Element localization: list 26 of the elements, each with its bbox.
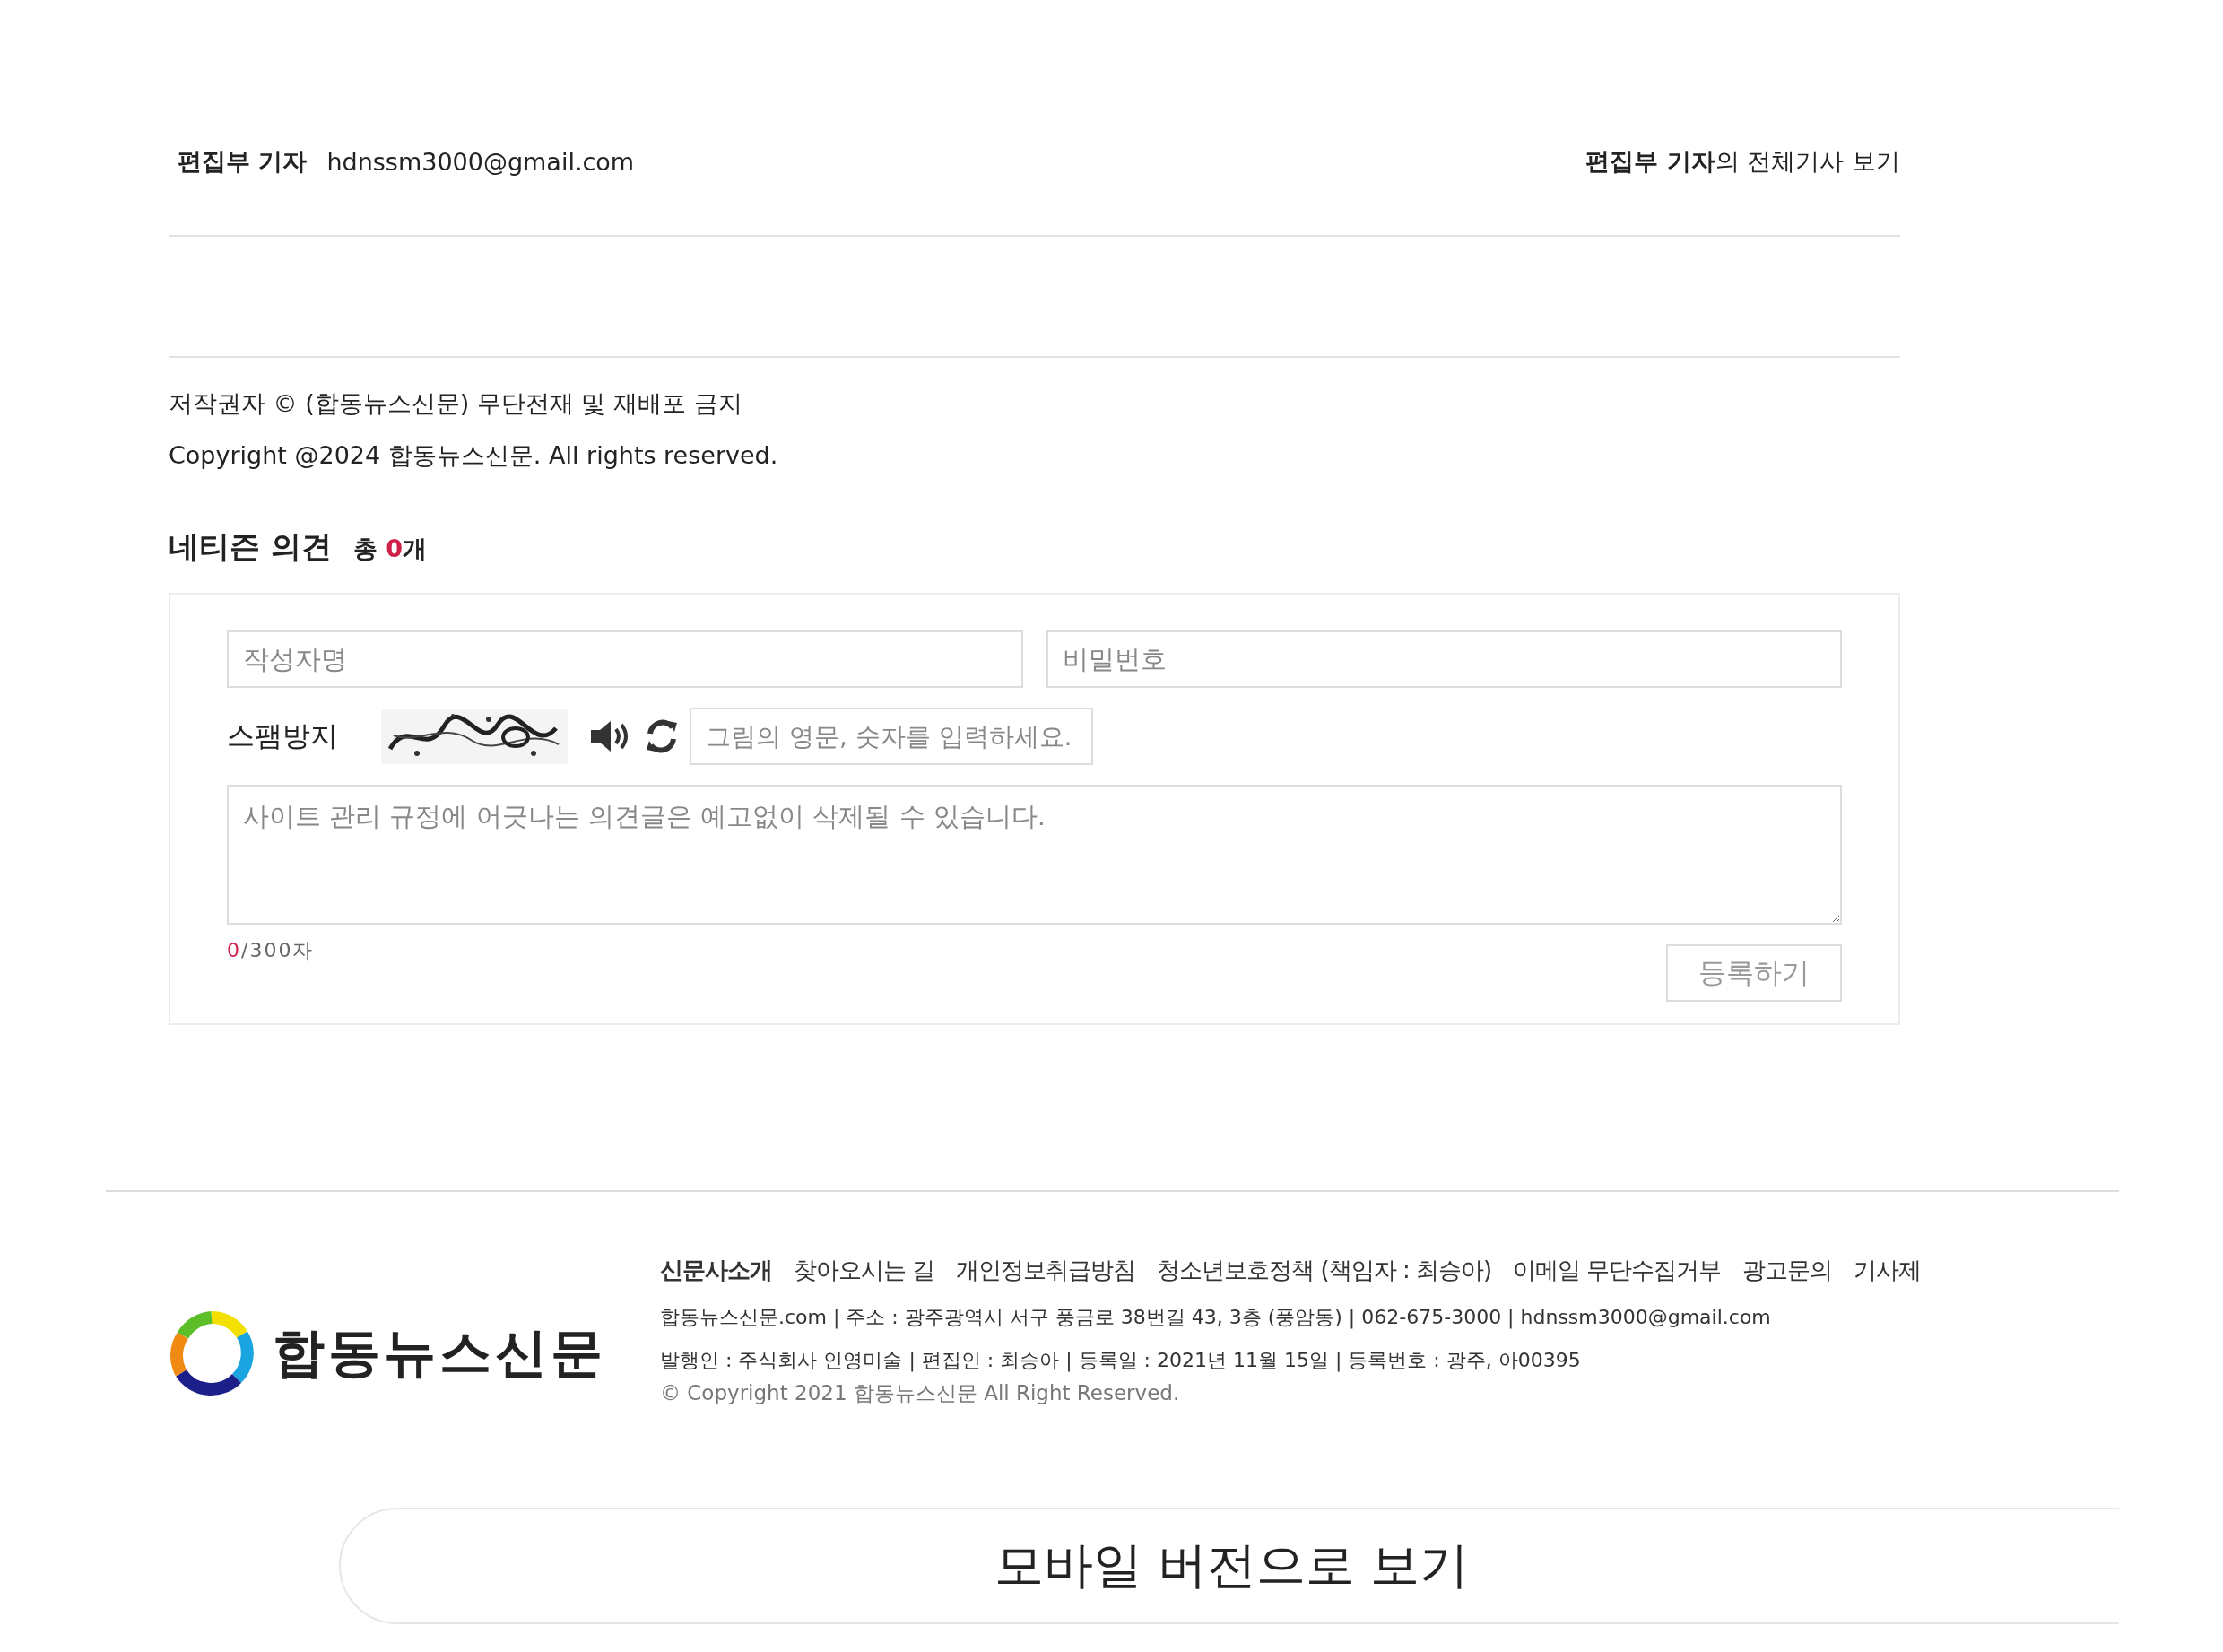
copyright-line: Copyright @2024 합동뉴스신문. All rights reserved.: [169, 440, 779, 471]
reporter-email: hdnssm3000@gmail.com: [326, 147, 635, 176]
footer-link[interactable]: 광고문의: [1742, 1255, 1833, 1286]
copyright-notice: 저작권자 © (합동뉴스신문) 무단전재 및 재배포 금지: [169, 388, 743, 419]
password-field[interactable]: 비밀번호: [1046, 630, 1842, 688]
mobile-version-button[interactable]: 모바일 버전으로 보기: [339, 1508, 2119, 1624]
footer-info: 발행인 : 주식회사 인영미술 | 편집인 : 최승아 | 등록일 : 2021년 11월 15일 | 등록번호 : 광주, 아00395: [660, 1348, 1582, 1374]
spam-label: 스팸방지: [227, 718, 339, 753]
captcha-field[interactable]: 그림의 영문, 숫자를 입력하세요.: [690, 708, 1093, 765]
footer-link[interactable]: 이메일 무단수집거부: [1513, 1255, 1722, 1286]
character-counter: 0/300자: [227, 938, 315, 963]
footer-copyright: © Copyright 2021 합동뉴스신문 All Right Reserved.: [660, 1380, 1181, 1406]
comment-count: 총 0개: [352, 534, 428, 564]
footer-link[interactable]: 기사제: [1854, 1255, 1922, 1286]
footer-link[interactable]: 찾아오시는 길: [794, 1255, 935, 1286]
footer-link[interactable]: 신문사소개: [660, 1255, 772, 1286]
comment-field[interactable]: 사이트 관리 규정에 어긋나는 의견글은 예고없이 삭제될 수 있습니다.: [227, 785, 1842, 925]
footer-link[interactable]: 개인정보취급방침: [956, 1255, 1136, 1286]
all-articles-link[interactable]: 편집부 기자의 전체기사 보기: [1585, 145, 1900, 178]
author-field[interactable]: 작성자명: [227, 630, 1023, 688]
comments-title: 네티즌 의견: [169, 527, 332, 566]
ring-logo-icon: [169, 1310, 255, 1396]
logo-text: 합동뉴스신문: [273, 1321, 606, 1385]
footer-info: 합동뉴스신문.com | 주소 : 광주광역시 서구 풍금로 38번길 43, 3층 (풍암동) | 062-675-3000 | hdnssm3000@gmail.com: [660, 1305, 1772, 1331]
reporter-name: 편집부 기자: [178, 146, 308, 177]
footer-link[interactable]: 청소년보호정책 (책임자 : 최승아): [1157, 1255, 1492, 1286]
